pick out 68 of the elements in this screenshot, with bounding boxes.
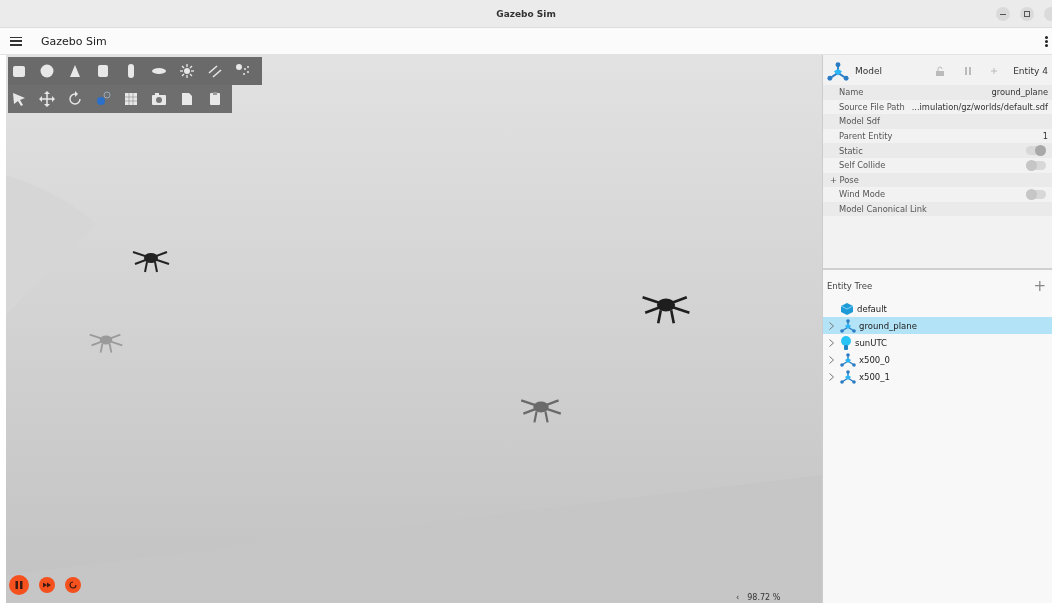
property-label: Source File Path [839, 101, 905, 112]
paste-icon[interactable] [207, 91, 223, 107]
drone-drawing [520, 399, 562, 423]
drone-drawing [642, 295, 690, 324]
model-icon [840, 318, 856, 333]
move-arrows-icon[interactable] [39, 91, 55, 107]
app-title: Gazebo Sim [41, 34, 108, 48]
step-button[interactable] [39, 577, 55, 593]
sun-icon[interactable] [179, 63, 195, 79]
collapse-arrow[interactable]: ‹ [736, 593, 740, 602]
tree-item-label: ground_plane [859, 320, 917, 331]
tree-item-label: x500_1 [859, 371, 890, 382]
toggle-switch[interactable] [1026, 160, 1046, 170]
tree-item[interactable]: x500_1 [823, 368, 1052, 385]
cone-icon[interactable] [67, 63, 83, 79]
light-rays-icon[interactable] [207, 63, 223, 79]
panel-title: Entity Tree [827, 281, 873, 291]
toggle-switch[interactable] [1026, 146, 1046, 156]
expandable-label[interactable]: + Pose [830, 174, 859, 185]
expand-chevron-icon[interactable] [829, 338, 834, 347]
pointer-icon[interactable] [11, 91, 27, 107]
reset-button[interactable] [65, 577, 81, 593]
tree-item[interactable]: sunUTC [823, 334, 1052, 351]
tree-item-label: x500_0 [859, 354, 890, 365]
tree-item[interactable]: default [823, 300, 1052, 317]
expand-chevron-icon[interactable] [829, 372, 834, 381]
property-label: Wind Mode [839, 189, 886, 200]
expand-chevron-icon[interactable] [829, 355, 834, 364]
window-title: Gazebo Sim [496, 8, 556, 19]
tree-item[interactable]: x500_0 [823, 351, 1052, 368]
add-button[interactable]: + [1033, 277, 1046, 295]
snap-icon[interactable] [95, 91, 111, 107]
bulb-icon [840, 334, 852, 351]
more-icon[interactable] [1045, 35, 1048, 47]
inspector-title: Model [855, 66, 884, 76]
expand-chevron-icon[interactable] [829, 321, 834, 330]
tree-item-label: sunUTC [855, 337, 888, 348]
drone-drawing [132, 251, 170, 273]
property-value: 1 [1042, 131, 1048, 142]
tree-item[interactable]: ground_plane [823, 317, 1052, 334]
model-icon [827, 61, 849, 81]
property-label: Parent Entity [839, 131, 893, 142]
box-icon[interactable] [11, 63, 27, 79]
grid-icon[interactable] [123, 91, 139, 107]
maximize-icon[interactable] [1020, 6, 1034, 21]
pause-button[interactable] [9, 575, 29, 595]
property-label: Name [839, 87, 864, 98]
tree-item-label: default [857, 303, 887, 314]
entity-id: Entity 4 [1013, 66, 1048, 76]
cube-icon [840, 301, 854, 316]
property-label: Model Sdf [839, 116, 880, 127]
copy-icon[interactable] [179, 91, 195, 107]
cylinder-icon[interactable] [95, 63, 111, 79]
model-icon [840, 369, 856, 384]
sphere-icon[interactable] [39, 63, 55, 79]
drone-drawing [88, 333, 124, 354]
toggle-switch[interactable] [1026, 189, 1046, 199]
property-label: Model Canonical Link [839, 204, 927, 215]
menu-icon[interactable] [10, 36, 22, 46]
zoom-reading: 98.72 % [747, 593, 781, 602]
property-value: ...imulation/gz/worlds/default.sdf [911, 101, 1048, 112]
camera-icon[interactable] [151, 91, 167, 107]
rotate-icon[interactable] [67, 91, 83, 107]
model-icon [840, 352, 856, 367]
property-value: ground_plane [991, 87, 1048, 98]
property-label: Static [839, 145, 863, 156]
property-label: Self Collide [839, 160, 886, 171]
minimize-icon[interactable] [996, 6, 1010, 21]
